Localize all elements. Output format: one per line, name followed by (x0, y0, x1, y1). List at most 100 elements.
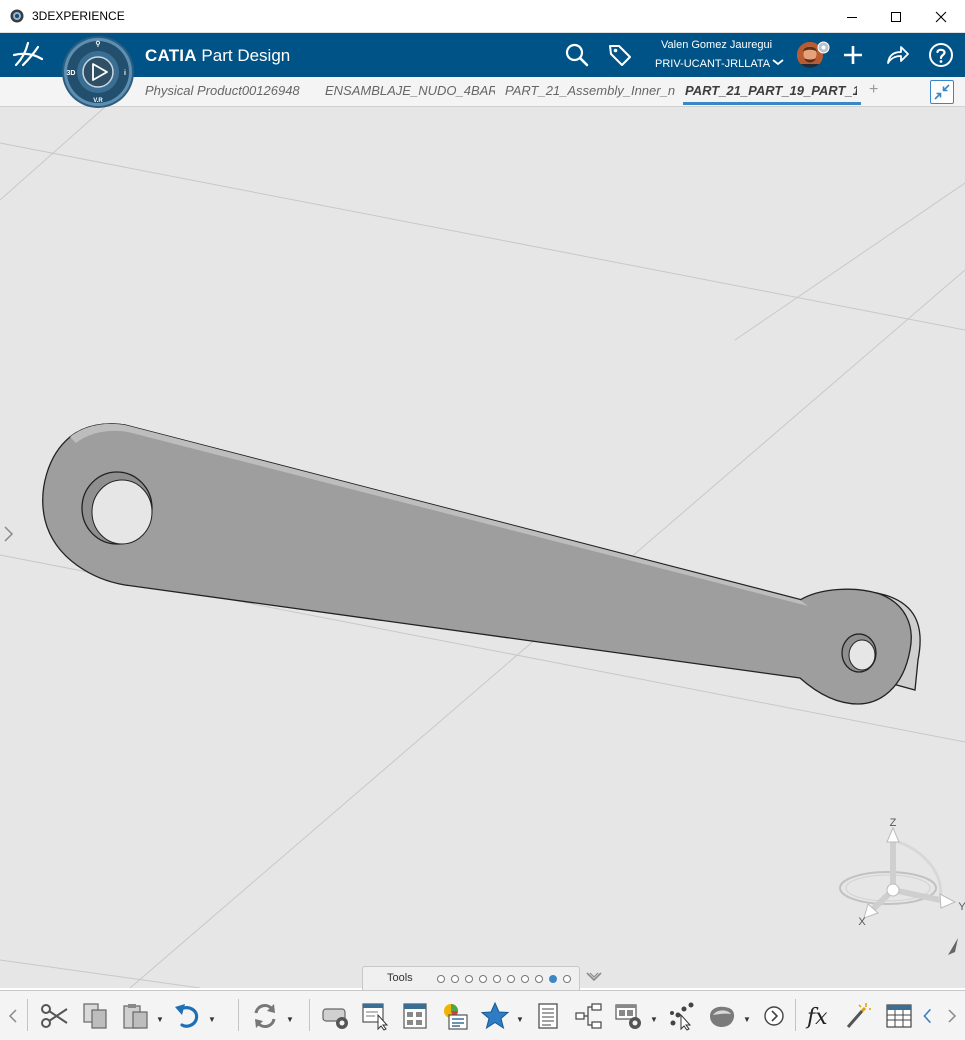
tools-page-dot[interactable] (465, 975, 473, 983)
copy-button[interactable] (78, 999, 112, 1033)
tools-section-tab[interactable]: Tools (362, 966, 580, 990)
update-button[interactable] (248, 999, 282, 1033)
user-name[interactable]: Valen Gomez Jauregui (661, 39, 772, 51)
surface-dropdown-icon[interactable]: ▼ (743, 1015, 751, 1024)
tools-page-dot[interactable] (535, 975, 543, 983)
favorites-button[interactable] (478, 999, 512, 1033)
undo-dropdown-icon[interactable]: ▼ (208, 1015, 216, 1024)
tenant-selector[interactable]: PRIV-UCANT-JRLLATA (655, 58, 770, 70)
axis-z-label: Z (890, 817, 897, 829)
magic-wand-button[interactable] (840, 999, 874, 1033)
measure-icon (923, 1008, 931, 1024)
display-settings-button[interactable] (612, 999, 646, 1033)
document-list-button[interactable] (531, 999, 565, 1033)
app-title: CATIA Part Design (145, 46, 290, 66)
3d-scene[interactable]: Z Y X (0, 107, 965, 988)
undo-icon (175, 1004, 199, 1028)
magic-wand-icon (846, 1003, 871, 1028)
dassault-systemes-logo-icon[interactable] (12, 39, 48, 71)
viewport-pointer-icon (948, 938, 958, 955)
display-settings-dropdown-icon[interactable]: ▼ (650, 1015, 658, 1024)
chevron-right-icon (948, 1009, 957, 1023)
undo-button[interactable] (170, 999, 204, 1033)
compass-3d-label: 3D (67, 70, 76, 77)
tab-part-21-part-19[interactable]: PART_21_PART_19_PART_1 (685, 83, 857, 98)
tree-button[interactable] (572, 999, 606, 1033)
search-icon (565, 43, 589, 67)
window-gear-icon (615, 1004, 641, 1029)
maximize-button[interactable] (873, 0, 919, 33)
axis-y-label: Y (958, 901, 965, 913)
scissors-icon (41, 1004, 68, 1028)
tools-page-dot[interactable] (479, 975, 487, 983)
tab-ensamblaje-nudo[interactable]: ENSAMBLAJE_NUDO_4BAR (325, 83, 495, 98)
search-button[interactable] (561, 39, 593, 71)
app-brand: CATIA (145, 46, 197, 65)
window-titlebar: 3DEXPERIENCE (0, 0, 965, 33)
design-table-button[interactable] (882, 999, 916, 1033)
share-button[interactable] (881, 39, 913, 71)
separator (238, 999, 239, 1031)
cut-button[interactable] (37, 999, 71, 1033)
save-settings-button[interactable] (318, 999, 352, 1033)
minimize-button[interactable] (829, 0, 875, 33)
tools-page-dot[interactable] (521, 975, 529, 983)
surface-button[interactable] (705, 999, 739, 1033)
more-commands-button[interactable] (757, 999, 791, 1033)
copy-icon (83, 1003, 107, 1029)
fx-formula-icon: fx (805, 1005, 828, 1030)
svg-text:fx: fx (805, 1005, 828, 1030)
tools-page-dot[interactable] (437, 975, 445, 983)
layout-button[interactable] (398, 999, 432, 1033)
list-document-icon (538, 1003, 558, 1029)
measure-button[interactable] (922, 999, 940, 1033)
chevron-down-icon[interactable] (772, 57, 784, 67)
axis-triad[interactable]: Z Y X (839, 817, 965, 928)
collapse-view-button[interactable] (930, 80, 954, 104)
tab-physical-product[interactable]: Physical Product00126948 (145, 83, 315, 98)
compass-widget[interactable]: ⚲ 3D i V.R (61, 35, 135, 109)
chevron-right-icon[interactable] (3, 525, 15, 543)
tools-page-dot[interactable] (451, 975, 459, 983)
presence-icon (817, 41, 830, 54)
paste-dropdown-icon[interactable]: ▼ (156, 1015, 164, 1024)
paste-button[interactable] (119, 999, 153, 1033)
separator (795, 999, 796, 1031)
add-tab-button[interactable]: + (869, 81, 878, 99)
help-button[interactable] (925, 39, 957, 71)
axis-x-label: X (858, 916, 866, 928)
points-cursor-icon (670, 1002, 694, 1031)
tools-page-dot[interactable] (549, 975, 557, 983)
properties-palette-icon (444, 1004, 468, 1030)
paste-icon (123, 1004, 148, 1029)
update-dropdown-icon[interactable]: ▼ (286, 1015, 294, 1024)
tools-page-dot[interactable] (493, 975, 501, 983)
close-button[interactable] (918, 0, 964, 33)
tools-page-dots (437, 975, 571, 983)
tag-button[interactable] (604, 39, 636, 71)
link-bar-part[interactable] (42, 423, 921, 705)
3d-viewport[interactable]: Z Y X (0, 107, 965, 988)
favorites-dropdown-icon[interactable]: ▼ (516, 1015, 524, 1024)
update-cycle-icon (254, 1004, 276, 1028)
action-bar-scroll-left[interactable] (0, 992, 26, 1040)
add-button[interactable] (837, 39, 869, 71)
help-icon (929, 43, 953, 67)
tools-page-dot[interactable] (563, 975, 571, 983)
tree-structure-icon (575, 1003, 602, 1029)
close-icon (935, 11, 947, 22)
tools-label: Tools (387, 972, 413, 984)
tag-icon (609, 45, 631, 66)
properties-button[interactable] (438, 999, 472, 1033)
tools-page-dot[interactable] (507, 975, 515, 983)
action-bar-scroll-right[interactable] (939, 992, 965, 1040)
select-points-button[interactable] (665, 999, 699, 1033)
tab-part-21-assembly[interactable]: PART_21_Assembly_Inner_n (505, 83, 675, 98)
select-mode-button[interactable] (359, 999, 393, 1033)
formula-button[interactable]: fx (802, 999, 836, 1033)
compass-vr-label: V.R (93, 98, 103, 104)
chevron-down-icon[interactable] (585, 970, 603, 984)
maximize-icon (891, 11, 901, 22)
chevron-left-icon (8, 1009, 17, 1023)
star-icon (480, 1001, 510, 1030)
